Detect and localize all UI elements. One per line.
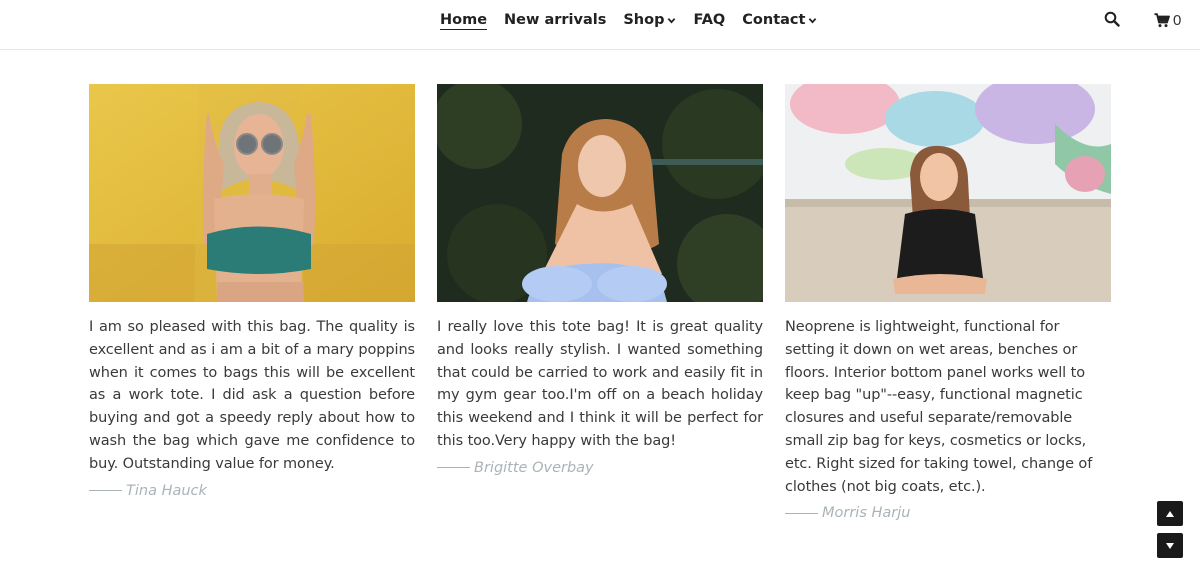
testimonial-card: I am so pleased with this bag. The quali… — [89, 84, 415, 499]
nav-home-label: Home — [440, 11, 488, 28]
testimonial-card: I really love this tote bag! It is great… — [437, 84, 763, 476]
cart-icon — [1154, 12, 1170, 27]
cart-button[interactable]: 0 — [1154, 11, 1181, 29]
search-button[interactable] — [1104, 11, 1120, 27]
author-name: Tina Hauck — [126, 482, 207, 499]
search-icon — [1104, 11, 1120, 27]
chevron-down-icon — [668, 17, 676, 23]
nav-contact-label: Contact — [742, 11, 806, 28]
nav-shop-label: Shop — [623, 11, 665, 28]
main-nav: Home New arrivals Shop FAQ Contact — [440, 0, 834, 40]
arrow-up-icon — [1166, 510, 1174, 517]
testimonial-author: Tina Hauck — [89, 483, 415, 499]
author-dash — [437, 467, 470, 469]
nav-faq[interactable]: FAQ — [693, 13, 725, 28]
nav-new-arrivals-label: New arrivals — [504, 11, 607, 28]
nav-faq-label: FAQ — [693, 11, 726, 28]
testimonial-photo — [437, 84, 763, 302]
testimonial-photo — [89, 84, 415, 302]
scroll-up-button[interactable] — [1157, 501, 1183, 526]
testimonial-photo — [785, 84, 1111, 302]
scroll-down-button[interactable] — [1157, 533, 1183, 558]
testimonial-author: Morris Harju — [785, 505, 1111, 521]
nav-contact[interactable]: Contact — [742, 13, 817, 28]
testimonial-text: I am so pleased with this bag. The quali… — [89, 319, 415, 472]
nav-shop[interactable]: Shop — [623, 13, 676, 28]
testimonial-author: Brigitte Overbay — [437, 460, 763, 476]
testimonial-text: I really love this tote bag! It is great… — [437, 319, 763, 449]
arrow-down-icon — [1166, 542, 1174, 549]
cart-count: 0 — [1173, 11, 1182, 29]
nav-home[interactable]: Home — [440, 11, 488, 31]
chevron-down-icon — [809, 17, 817, 23]
author-name: Morris Harju — [822, 505, 911, 522]
author-name: Brigitte Overbay — [474, 459, 594, 476]
nav-new-arrivals[interactable]: New arrivals — [504, 13, 606, 28]
testimonial-text: Neoprene is lightweight, functional for … — [785, 319, 1093, 495]
author-dash — [89, 490, 122, 492]
testimonial-card: Neoprene is lightweight, functional for … — [785, 84, 1111, 521]
site-header: Home New arrivals Shop FAQ Contact 0 — [0, 0, 1200, 50]
author-dash — [785, 512, 818, 514]
